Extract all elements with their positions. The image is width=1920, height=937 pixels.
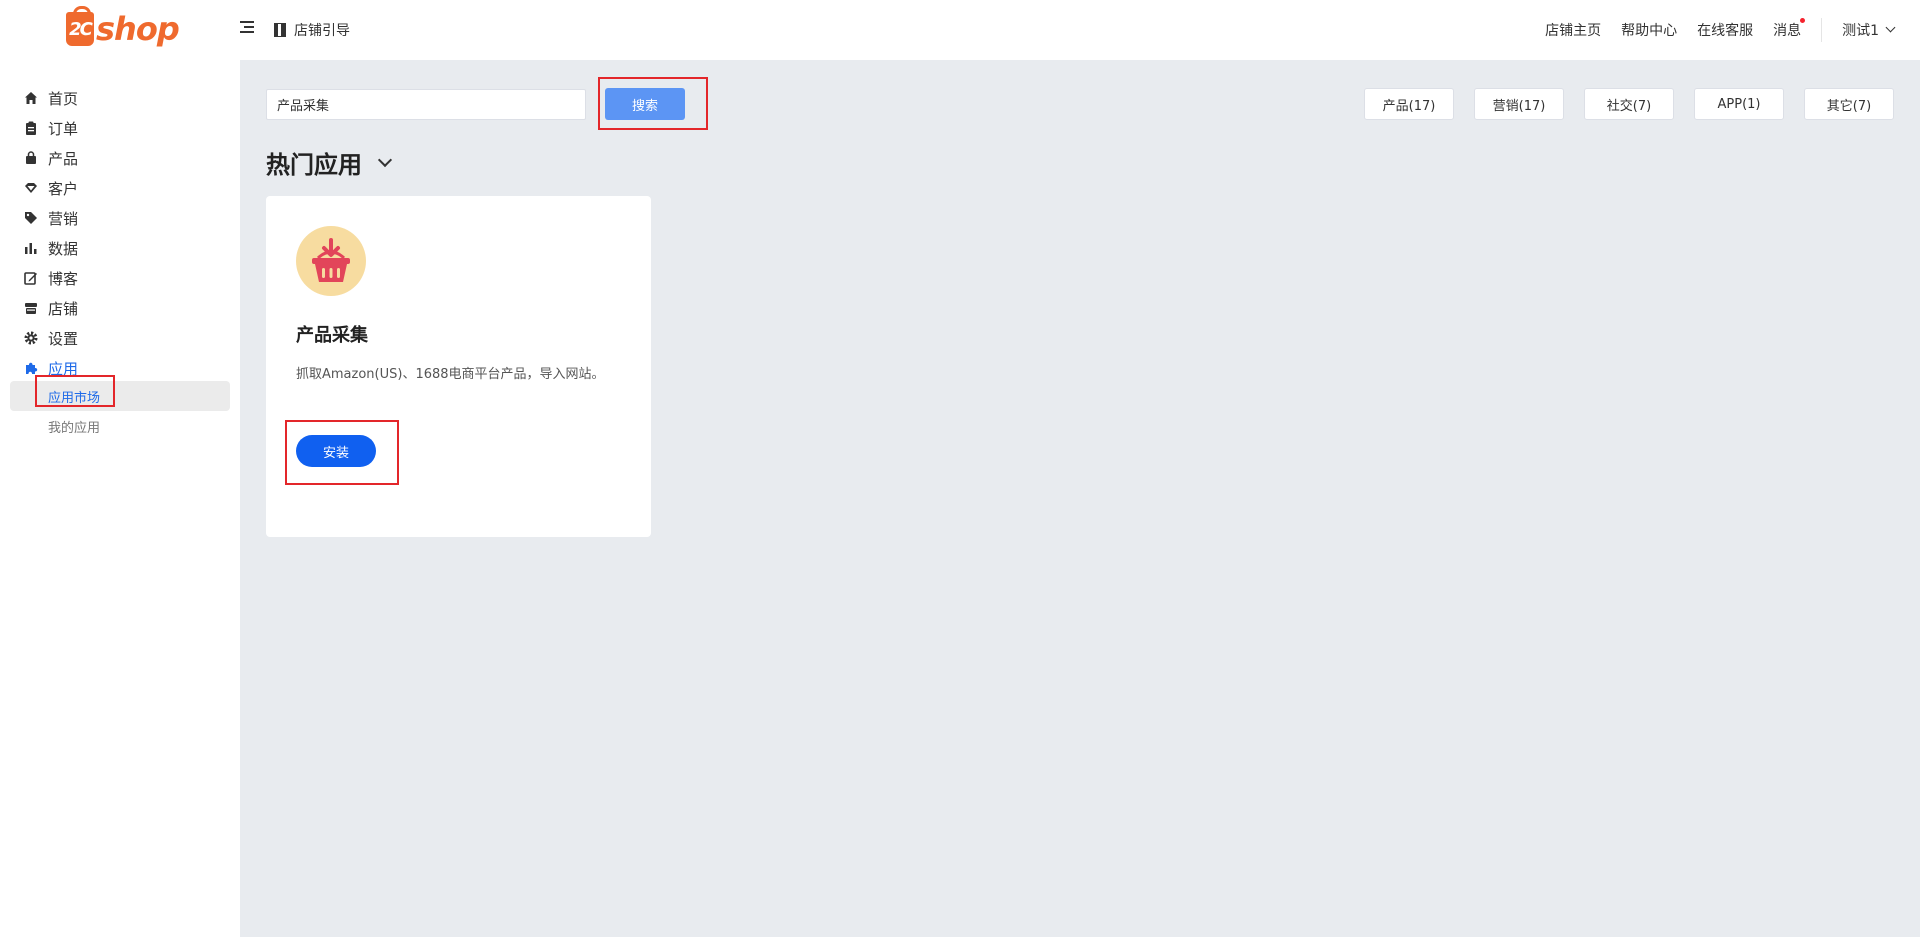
- bar-chart-icon: [24, 241, 38, 255]
- home-icon: [24, 91, 38, 105]
- sidebar-item-label: 数据: [48, 239, 79, 258]
- highlight-box: [285, 420, 399, 485]
- sidebar-item-home[interactable]: 首页: [24, 86, 78, 110]
- divider: [1821, 18, 1823, 42]
- menu-toggle-icon[interactable]: [240, 21, 254, 37]
- basket-icon: [296, 226, 366, 296]
- gear-icon: [24, 331, 38, 345]
- sidebar-item-label: 营销: [48, 209, 79, 228]
- app-card: 产品采集 抓取Amazon(US)、1688电商平台产品，导入网站。 安装: [266, 196, 651, 537]
- highlight-box: [35, 375, 115, 407]
- top-links: 店铺主页 帮助中心 在线客服 消息 测试1: [1525, 0, 1896, 60]
- sidebar-item-label: 产品: [48, 149, 79, 168]
- sidebar-item-orders[interactable]: 订单: [24, 116, 78, 140]
- section-title[interactable]: 热门应用: [266, 145, 393, 180]
- tag-icon: [24, 211, 38, 225]
- clipboard-icon: [24, 121, 38, 135]
- highlight-box: [598, 77, 708, 130]
- category-app-button[interactable]: APP(1): [1694, 88, 1784, 120]
- sidebar-item-label: 设置: [48, 329, 79, 348]
- store-icon: [24, 301, 38, 315]
- logo-badge: 2C: [66, 6, 94, 46]
- sidebar: 首页 订单 产品 客户 营销 数据 博客 店铺 设置 应用 应用市场 我的应用: [0, 60, 240, 937]
- app-title: 产品采集: [296, 325, 368, 346]
- book-icon: [274, 23, 286, 37]
- user-menu[interactable]: 测试1: [1842, 20, 1896, 40]
- sidebar-item-products[interactable]: 产品: [24, 146, 78, 170]
- sidebar-item-blog[interactable]: 博客: [24, 266, 78, 290]
- sidebar-item-customers[interactable]: 客户: [24, 176, 78, 200]
- sidebar-item-data[interactable]: 数据: [24, 236, 78, 260]
- logo[interactable]: 2C shop: [66, 6, 180, 48]
- category-products-button[interactable]: 产品(17): [1364, 88, 1454, 120]
- sidebar-item-settings[interactable]: 设置: [24, 326, 78, 350]
- store-guide-label: 店铺引导: [294, 23, 350, 39]
- section-title-label: 热门应用: [266, 151, 362, 179]
- edit-icon: [24, 271, 38, 285]
- messages-link[interactable]: 消息: [1773, 18, 1806, 40]
- logo-text: shop: [96, 10, 180, 48]
- category-social-button[interactable]: 社交(7): [1584, 88, 1674, 120]
- bag-icon: [24, 151, 38, 165]
- sidebar-item-marketing[interactable]: 营销: [24, 206, 78, 230]
- puzzle-icon: [24, 361, 38, 375]
- notification-dot: [1800, 18, 1806, 23]
- sidebar-item-label: 客户: [48, 179, 79, 198]
- chevron-down-icon: [1885, 22, 1896, 33]
- category-other-button[interactable]: 其它(7): [1804, 88, 1894, 120]
- app-description: 抓取Amazon(US)、1688电商平台产品，导入网站。: [296, 367, 605, 382]
- top-header: 2C shop 店铺引导 店铺主页 帮助中心 在线客服 消息 测试1: [0, 0, 1920, 60]
- sidebar-item-label: 店铺: [48, 299, 79, 318]
- help-center-link[interactable]: 帮助中心: [1621, 20, 1677, 40]
- diamond-icon: [24, 181, 38, 195]
- store-home-link[interactable]: 店铺主页: [1545, 20, 1601, 40]
- sidebar-item-label: 订单: [48, 119, 79, 138]
- user-name: 测试1: [1842, 23, 1879, 39]
- search-input[interactable]: [266, 89, 586, 120]
- messages-label: 消息: [1773, 23, 1802, 39]
- sidebar-item-store[interactable]: 店铺: [24, 296, 78, 320]
- sidebar-subitem-my-apps[interactable]: 我的应用: [48, 417, 100, 436]
- chevron-down-icon: [377, 152, 393, 167]
- sidebar-item-label: 博客: [48, 269, 79, 288]
- store-guide-link[interactable]: 店铺引导: [274, 20, 350, 40]
- online-service-link[interactable]: 在线客服: [1697, 20, 1753, 40]
- sidebar-item-label: 首页: [48, 89, 79, 108]
- category-marketing-button[interactable]: 营销(17): [1474, 88, 1564, 120]
